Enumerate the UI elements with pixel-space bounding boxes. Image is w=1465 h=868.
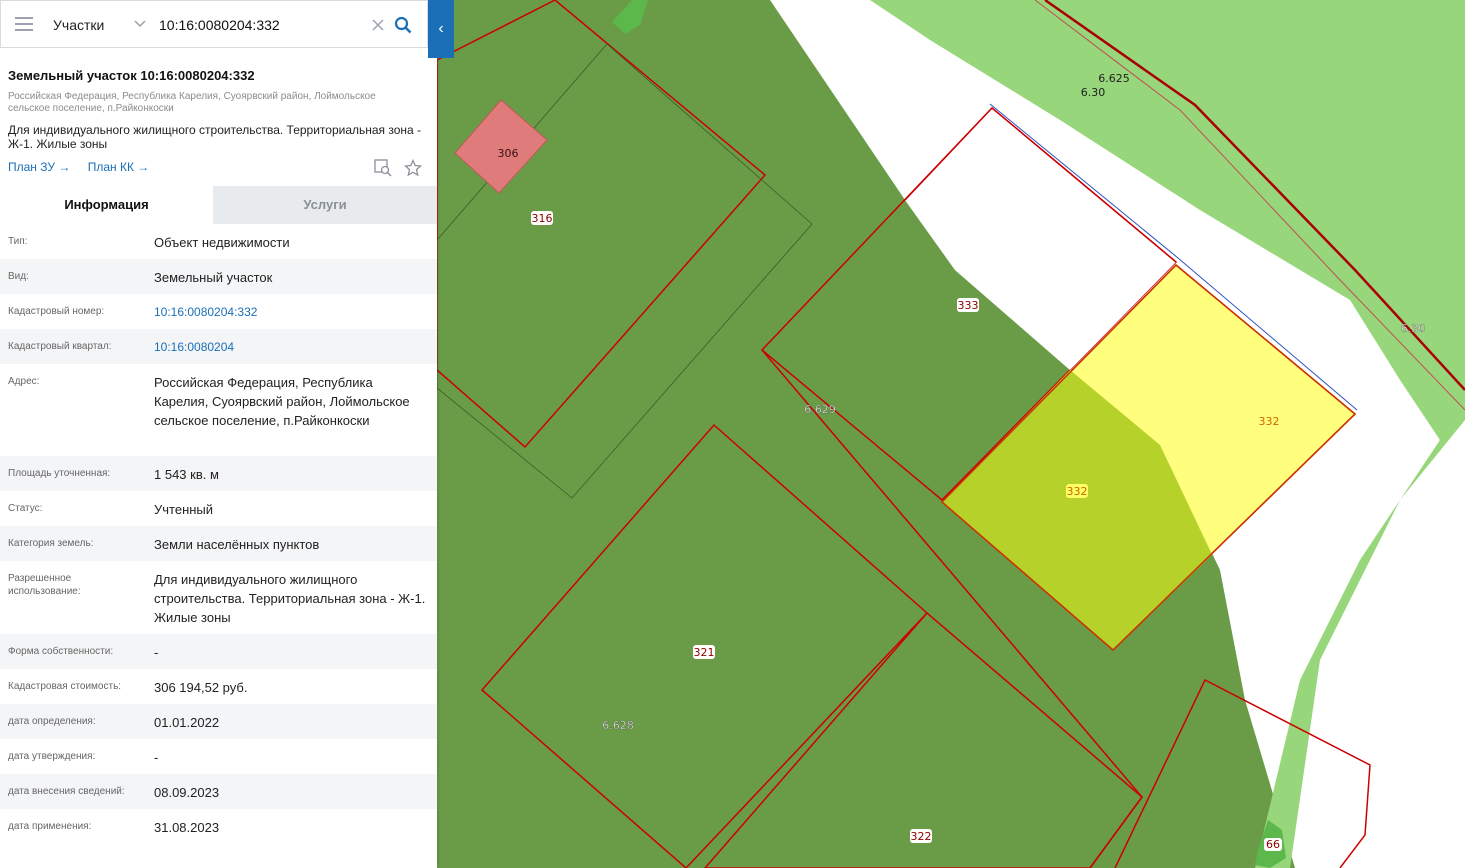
map-label-6-629: 6.629: [804, 403, 836, 416]
zoom-to-object-icon[interactable]: [374, 159, 392, 177]
info-key-cadastral-quarter: Кадастровый квартал:: [8, 341, 112, 352]
info-key-type: Тип:: [8, 236, 28, 247]
info-value-kind: Земельный участок: [154, 270, 273, 285]
parcel-permitted-use: Для индивидуального жилищного строительс…: [8, 123, 422, 151]
info-key-land-category: Категория земель:: [8, 538, 94, 549]
parcel-header: Земельный участок 10:16:0080204:332 Росс…: [0, 58, 437, 186]
info-key-entry-date: дата внесения сведений:: [8, 786, 125, 797]
info-row-cadastral-quarter: Кадастровый квартал: 10:16:0080204: [0, 329, 437, 364]
info-value-entry-date: 08.09.2023: [154, 785, 220, 800]
info-value-type: Объект недвижимости: [154, 235, 290, 250]
map-label-332-a: 332: [1259, 415, 1280, 428]
info-row-determination-date: дата определения: 01.01.2022: [0, 704, 437, 739]
info-row-status: Статус: Учтенный: [0, 491, 437, 526]
search-input[interactable]: [159, 13, 359, 37]
info-row-address: Адрес: Российская Федерация, Республика К…: [0, 364, 437, 456]
map-label-6-628: 6.628: [602, 719, 634, 732]
info-value-cadastral-number[interactable]: 10:16:0080204:332: [154, 303, 429, 322]
info-row-approval-date: дата утверждения: -: [0, 739, 437, 774]
parcel-title: Земельный участок 10:16:0080204:332: [8, 68, 255, 83]
chevron-left-icon: ‹: [438, 20, 444, 37]
info-panel: Участки ‹ Земельный участок 10:16:008020…: [0, 0, 454, 868]
map-label-6-30-b: 6.30: [1401, 322, 1426, 335]
info-key-kind: Вид:: [8, 271, 29, 282]
map-label-321: 321: [694, 646, 715, 659]
info-value-application-date: 31.08.2023: [154, 820, 220, 835]
info-row-land-category: Категория земель: Земли населённых пункто…: [0, 526, 437, 561]
panel-tabs: Информация Услуги: [0, 186, 437, 224]
layer-select-label: Участки: [53, 17, 105, 33]
info-key-cadastral-value: Кадастровая стоимость:: [8, 681, 122, 692]
map-label-322: 322: [911, 830, 932, 843]
info-value-address: Российская Федерация, Республика Карелия…: [154, 375, 410, 428]
info-row-entry-date: дата внесения сведений: 08.09.2023: [0, 774, 437, 809]
plan-kk-link[interactable]: План КК →: [88, 160, 150, 174]
info-value-area: 1 543 кв. м: [154, 467, 219, 482]
layer-select[interactable]: Участки: [53, 1, 104, 49]
map-label-333: 333: [958, 299, 979, 312]
info-value-ownership-form: -: [154, 645, 159, 660]
info-key-permitted-use: Разрешенное использование:: [8, 573, 81, 597]
map-label-66: 66: [1266, 838, 1280, 851]
info-key-area: Площадь уточненная:: [8, 468, 111, 479]
info-row-permitted-use: Разрешенное использование: Для индивидуал…: [0, 561, 437, 634]
collapse-panel-button[interactable]: ‹: [428, 0, 454, 58]
tab-information[interactable]: Информация: [0, 186, 213, 224]
info-key-application-date: дата применения:: [8, 821, 92, 832]
plan-zu-link[interactable]: План ЗУ →: [8, 160, 70, 174]
tab-services[interactable]: Услуги: [213, 186, 437, 224]
info-value-status: Учтенный: [154, 502, 214, 517]
search-icon[interactable]: [394, 16, 412, 34]
info-value-determination-date: 01.01.2022: [154, 715, 220, 730]
info-value-cadastral-value: 306 194,52 руб.: [154, 680, 248, 695]
parcel-address: Российская Федерация, Республика Карелия…: [8, 91, 376, 114]
info-value-permitted-use: Для индивидуального жилищного строительс…: [154, 572, 426, 625]
info-row-cadastral-number: Кадастровый номер: 10:16:0080204:332: [0, 294, 437, 329]
info-row-cadastral-value: Кадастровая стоимость: 306 194,52 руб.: [0, 669, 437, 704]
info-row-kind: Вид: Земельный участок: [0, 259, 437, 294]
info-row-area: Площадь уточненная: 1 543 кв. м: [0, 456, 437, 491]
info-table: Тип: Объект недвижимости Вид: Земельный уча…: [0, 224, 437, 844]
map-label-306: 306: [498, 147, 519, 160]
chevron-down-icon[interactable]: [134, 19, 146, 29]
map-label-316: 316: [532, 212, 553, 225]
info-value-cadastral-quarter[interactable]: 10:16:0080204: [154, 338, 429, 357]
info-key-ownership-form: Форма собственности:: [8, 646, 114, 657]
info-row-ownership-form: Форма собственности: -: [0, 634, 437, 669]
map-label-6-30-a: 6.30: [1081, 86, 1106, 99]
info-key-determination-date: дата определения:: [8, 716, 96, 727]
info-row-application-date: дата применения: 31.08.2023: [0, 809, 437, 844]
search-bar: Участки: [0, 0, 428, 48]
info-key-status: Статус:: [8, 503, 43, 514]
info-value-land-category: Земли населённых пунктов: [154, 537, 320, 552]
info-value-approval-date: -: [154, 750, 159, 765]
map-label-6-625: 6.625: [1098, 72, 1130, 85]
close-icon[interactable]: [371, 18, 385, 32]
info-key-approval-date: дата утверждения:: [8, 751, 96, 762]
map-label-332-b: 332: [1067, 485, 1088, 498]
info-row-type: Тип: Объект недвижимости: [0, 224, 437, 259]
star-icon[interactable]: [404, 158, 423, 177]
info-key-cadastral-number: Кадастровый номер:: [8, 306, 105, 317]
menu-icon[interactable]: [15, 17, 33, 31]
info-key-address: Адрес:: [8, 376, 40, 387]
